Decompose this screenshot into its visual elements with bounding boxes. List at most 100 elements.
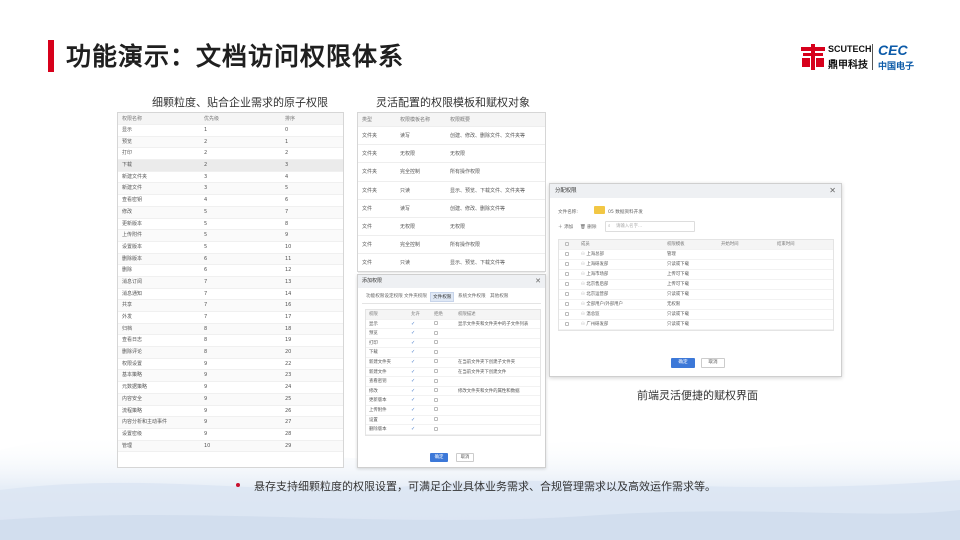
tab-file-permissions[interactable]: 文件权限 — [430, 292, 455, 302]
deny-checkbox[interactable] — [434, 348, 438, 358]
table-row: 显示 1 0 — [118, 125, 343, 137]
deny-checkbox[interactable] — [434, 425, 438, 435]
cell-priority: 9 — [204, 407, 208, 414]
caption-assign-ui: 前端灵活便捷的赋权界面 — [637, 389, 758, 402]
row-checkbox[interactable] — [565, 300, 569, 310]
deny-checkbox[interactable] — [434, 339, 438, 349]
row-checkbox[interactable] — [565, 250, 569, 260]
cell-name: 内容分析和主动事件 — [122, 419, 168, 426]
table-row: 内容分析和主动事件 9 27 — [118, 417, 343, 429]
allow-checkbox[interactable]: ✓ — [411, 425, 415, 435]
checkbox-box — [434, 417, 438, 422]
cell-member: ⚇ 北京售后部 — [581, 280, 608, 290]
deny-checkbox[interactable] — [434, 358, 438, 368]
row-checkbox[interactable] — [565, 320, 569, 330]
column-header-template-name: 权限模板名称 — [400, 117, 431, 123]
cell-permission: 显示 — [369, 321, 378, 327]
table-row[interactable]: 文件夹 读写 创建、修改、删除文件、文件夹等 — [358, 127, 545, 146]
table-row[interactable]: 文件 读写 创建、修改、删除文件等 — [358, 200, 545, 218]
cell-name: 更新版本 — [122, 220, 143, 227]
close-icon[interactable]: ✕ — [829, 184, 836, 198]
row-checkbox[interactable] — [565, 260, 569, 270]
allow-checkbox[interactable]: ✓ — [411, 320, 415, 330]
deny-checkbox[interactable] — [434, 416, 438, 426]
cell-order: 11 — [285, 255, 292, 262]
select-all-checkbox[interactable] — [565, 240, 569, 250]
checkbox-box — [565, 301, 569, 306]
deny-checkbox[interactable] — [434, 396, 438, 406]
cell-name: 新建文件 — [122, 185, 143, 192]
column-header-permission: 权限 — [369, 312, 378, 317]
row-checkbox[interactable] — [565, 270, 569, 280]
allow-checkbox[interactable]: ✓ — [411, 348, 415, 358]
tab-feature-permissions[interactable]: 功能权限设定权限 — [364, 292, 405, 302]
cell-order: 8 — [285, 220, 289, 227]
table-row[interactable]: ⚇ 北京售后部 上传可下载 — [559, 280, 833, 290]
table-row[interactable]: 文件夹 无权限 无权限 — [358, 145, 545, 164]
row-checkbox[interactable] — [565, 280, 569, 290]
table-row[interactable]: ⚇ 全部用户/外部用户 无权限 — [559, 300, 833, 310]
table-row[interactable]: ⚇ 温总监 只读或下载 — [559, 310, 833, 320]
allow-checkbox[interactable]: ✓ — [411, 387, 415, 397]
logo-divider — [872, 44, 873, 70]
deny-checkbox[interactable] — [434, 387, 438, 397]
confirm-button[interactable]: 确定 — [671, 358, 695, 368]
remove-button[interactable]: 🗑 删除 — [580, 224, 597, 230]
allow-checkbox[interactable]: ✓ — [411, 406, 415, 416]
deny-checkbox[interactable] — [434, 329, 438, 339]
tab-system-file-permissions[interactable]: 系统文件权限 — [456, 292, 488, 302]
row-checkbox[interactable] — [565, 290, 569, 300]
cancel-button[interactable]: 取消 — [701, 358, 725, 368]
add-label: 添加 — [564, 225, 574, 230]
checkbox-box — [565, 281, 569, 286]
cell-summary: 显示、预览、下载文件等 — [450, 260, 506, 267]
table-row: 修改 ✓ 修改文件夹和文件的属性和数据 — [366, 387, 540, 397]
table-row[interactable]: ⚇ 广州研发部 只读或下载 — [559, 320, 833, 330]
allow-checkbox[interactable]: ✓ — [411, 416, 415, 426]
search-input[interactable]: ⌕ 请输入名字... — [605, 221, 695, 232]
table-row[interactable]: ⚇ 上海总部 管理 — [559, 250, 833, 260]
cell-name: 修改 — [122, 208, 133, 215]
confirm-button[interactable]: 确定 — [430, 453, 448, 462]
checkbox-box — [434, 321, 438, 326]
table-row[interactable]: 文件 无权限 无权限 — [358, 218, 545, 237]
allow-checkbox[interactable]: ✓ — [411, 339, 415, 349]
table-row[interactable]: ⚇ 北京运营部 只读或下载 — [559, 290, 833, 300]
tab-other-permissions[interactable]: 其他权限 — [488, 292, 510, 302]
cell-template: 上传可下载 — [667, 282, 689, 287]
close-icon[interactable]: ✕ — [535, 275, 541, 288]
table-row[interactable]: 文件 完全控制 所有操作权限 — [358, 236, 545, 255]
allow-checkbox[interactable]: ✓ — [411, 329, 415, 339]
table-row[interactable]: 文件夹 完全控制 所有操作权限 — [358, 163, 545, 182]
cell-member: ⚇ 上海研发部 — [581, 260, 608, 270]
allow-checkbox[interactable]: ✓ — [411, 358, 415, 368]
deny-checkbox[interactable] — [434, 377, 438, 387]
table-row: 上传附件 5 9 — [118, 230, 343, 242]
cell-priority: 2 — [204, 150, 208, 157]
table-row[interactable]: ⚇ 上海研发部 只读或下载 — [559, 260, 833, 270]
table-row[interactable]: 文件夹 只读 显示、预览、下载文件、文件夹等 — [358, 182, 545, 200]
cell-name: 查看密钥 — [122, 197, 143, 204]
allow-checkbox[interactable]: ✓ — [411, 368, 415, 378]
search-placeholder: 请输入名字... — [616, 224, 643, 229]
table-row[interactable]: ⚇ 上海市场部 上传可下载 — [559, 270, 833, 280]
tab-folder-permissions[interactable]: 文件夹权限 — [402, 292, 429, 302]
deny-checkbox[interactable] — [434, 406, 438, 416]
assign-permission-grid: 成员 权限模板 开始时间 结束时间 ⚇ 上海总部 管理 ⚇ 上海研发部 只读或下载 ⚇ … — [558, 239, 834, 331]
deny-checkbox[interactable] — [434, 320, 438, 330]
add-button[interactable]: ＋ 添加 — [558, 224, 573, 230]
deny-checkbox[interactable] — [434, 368, 438, 378]
row-checkbox[interactable] — [565, 310, 569, 320]
table-row[interactable]: 文件 只读 显示、预览、下载文件等 — [358, 254, 545, 273]
cell-permission: 更新版本 — [369, 398, 387, 404]
cell-name: 删除评论 — [122, 349, 143, 356]
allow-checkbox[interactable]: ✓ — [411, 377, 415, 387]
atom-table-body: 显示 1 0 预览 2 1 打印 2 2 下载 2 3 新建文件夹 3 4 新建文件 3 5 查看密钥 4 6 修改 5 7 更… — [118, 125, 343, 453]
cancel-button[interactable]: 取消 — [456, 453, 474, 462]
checkbox-box — [565, 261, 569, 266]
cell-order: 2 — [285, 150, 289, 157]
cell-priority: 8 — [204, 337, 208, 344]
page-title: 功能演示：文档访问权限体系 — [66, 42, 405, 71]
allow-checkbox[interactable]: ✓ — [411, 396, 415, 406]
cell-type: 文件 — [362, 260, 373, 267]
